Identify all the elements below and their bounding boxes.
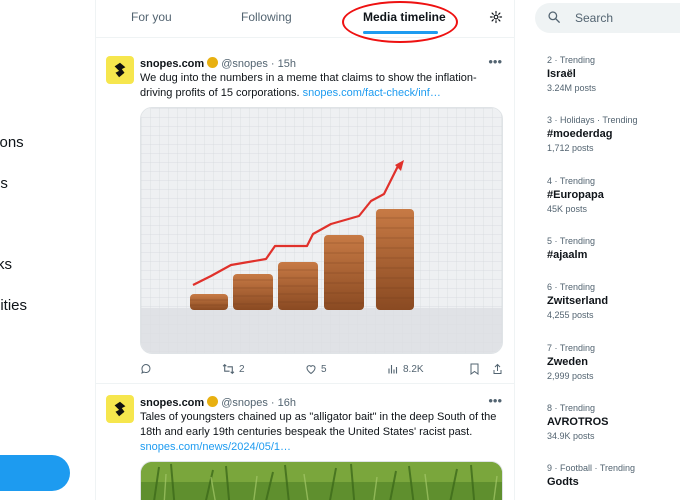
more-options-icon[interactable]: •••: [488, 393, 502, 408]
trend-item[interactable]: 5 · Trending #ajaalm: [547, 236, 680, 261]
left-nav: tions es rks nities n: [0, 0, 95, 500]
tweet[interactable]: snopes.com @snopes · 16h ••• Tales of you…: [96, 385, 514, 500]
more-options-icon[interactable]: •••: [488, 54, 502, 69]
tweet-link[interactable]: snopes.com/news/2024/05/1…: [140, 441, 291, 453]
right-sidebar: Search 2 · Trending Israël 3.24M posts 3…: [535, 0, 680, 500]
trend-name: #Europapa: [547, 189, 604, 201]
trend-meta: 2 · Trending: [547, 55, 596, 65]
trend-meta: 7 · Trending: [547, 343, 596, 353]
trend-name: #moederdag: [547, 128, 613, 140]
like-count: 5: [321, 363, 327, 375]
trend-meta: 6 · Trending: [547, 282, 596, 292]
trend-count: 1,712 posts: [547, 143, 594, 153]
tweet-link[interactable]: snopes.com/fact-check/inf…: [303, 87, 441, 99]
heart-icon: [306, 365, 316, 375]
tab-following[interactable]: Following: [241, 10, 292, 24]
tweet-author-name[interactable]: snopes.com: [140, 58, 204, 70]
retweet-count: 2: [239, 363, 245, 375]
trend-meta: 4 · Trending: [547, 176, 596, 186]
trend-count: 4,255 posts: [547, 310, 594, 320]
tweet-text: We dug into the numbers in a meme that c…: [140, 71, 500, 101]
trend-item[interactable]: 6 · Trending Zwitserland 4,255 posts: [547, 282, 680, 320]
tweet-handle[interactable]: @snopes: [221, 58, 268, 70]
trend-name: AVROTROS: [547, 416, 609, 428]
tweet-time[interactable]: 16h: [278, 397, 296, 409]
nav-item-notifications[interactable]: tions: [0, 134, 24, 151]
reply-button[interactable]: [140, 363, 152, 375]
trend-count: 34.9K posts: [547, 431, 595, 441]
trend-name: Godts: [547, 476, 579, 488]
bookmark-icon: [470, 363, 479, 375]
grass-image: [141, 462, 502, 500]
trend-item[interactable]: 4 · Trending #Europapa 45K posts: [547, 176, 680, 214]
trend-item[interactable]: 7 · Trending Zweden 2,999 posts: [547, 343, 680, 381]
search-input[interactable]: Search: [575, 11, 613, 25]
tweet-media-image[interactable]: [140, 107, 503, 354]
views-icon: [388, 365, 398, 374]
search-icon: [548, 11, 560, 23]
gear-icon[interactable]: [489, 10, 503, 24]
post-button[interactable]: [0, 455, 70, 491]
trend-count: 3.24M posts: [547, 83, 597, 93]
trend-meta: 3 · Holidays · Trending: [547, 115, 638, 125]
trend-item[interactable]: 2 · Trending Israël 3.24M posts: [547, 55, 680, 93]
trend-item[interactable]: 3 · Holidays · Trending #moederdag 1,712…: [547, 115, 680, 153]
retweet-icon: [222, 363, 235, 375]
search-box[interactable]: Search: [535, 3, 680, 33]
tweet-text: Tales of youngsters chained up as "allig…: [140, 410, 500, 455]
tweet-header: snopes.com @snopes · 16h: [140, 396, 296, 409]
like-button[interactable]: 5: [305, 363, 327, 375]
trend-name: Zweden: [547, 356, 588, 368]
nav-item-bookmarks[interactable]: rks: [0, 256, 12, 273]
share-button[interactable]: [492, 363, 503, 375]
trend-meta: 9 · Football · Trending: [547, 463, 636, 473]
verified-badge-icon: [207, 396, 219, 407]
tweet-actions: 2 5 8.2K: [140, 363, 503, 379]
trend-item[interactable]: 8 · Trending AVROTROS 34.9K posts: [547, 403, 680, 441]
tweet[interactable]: snopes.com @snopes · 15h ••• We dug into …: [96, 39, 514, 384]
nav-item-messages[interactable]: es: [0, 175, 8, 192]
tweet-handle[interactable]: @snopes: [221, 397, 268, 409]
trend-count: 45K posts: [547, 204, 588, 214]
retweet-button[interactable]: 2: [222, 363, 245, 375]
main-column: For you Following Media timeline snopes.…: [95, 0, 515, 500]
nav-item-communities[interactable]: nities: [0, 297, 27, 314]
avatar[interactable]: [106, 395, 134, 423]
trend-name: #ajaalm: [547, 249, 588, 261]
trend-meta: 8 · Trending: [547, 403, 596, 413]
snopes-logo-icon: [114, 62, 126, 78]
snopes-logo-icon: [114, 401, 126, 417]
tweet-body: Tales of youngsters chained up as "allig…: [140, 411, 497, 438]
tweet-author-name[interactable]: snopes.com: [140, 397, 204, 409]
bookmark-button[interactable]: [469, 363, 480, 375]
highlight-annotation: [342, 1, 458, 43]
coins-graph-image: [141, 108, 502, 353]
tab-for-you[interactable]: For you: [131, 10, 172, 24]
timeline-tabs: For you Following Media timeline: [96, 0, 514, 43]
trend-name: Israël: [547, 68, 576, 80]
tweet-header: snopes.com @snopes · 15h: [140, 57, 296, 70]
share-icon: [493, 363, 502, 374]
trend-item[interactable]: 9 · Football · Trending Godts: [547, 463, 680, 488]
verified-badge-icon: [207, 57, 219, 68]
reply-icon: [141, 364, 151, 374]
trend-meta: 5 · Trending: [547, 236, 596, 246]
tweet-media-image[interactable]: [140, 461, 503, 500]
avatar[interactable]: [106, 56, 134, 84]
tweet-time[interactable]: 15h: [278, 58, 296, 70]
trend-name: Zwitserland: [547, 295, 609, 307]
view-count: 8.2K: [403, 363, 424, 375]
views-button[interactable]: 8.2K: [387, 363, 424, 375]
trend-count: 2,999 posts: [547, 371, 594, 381]
